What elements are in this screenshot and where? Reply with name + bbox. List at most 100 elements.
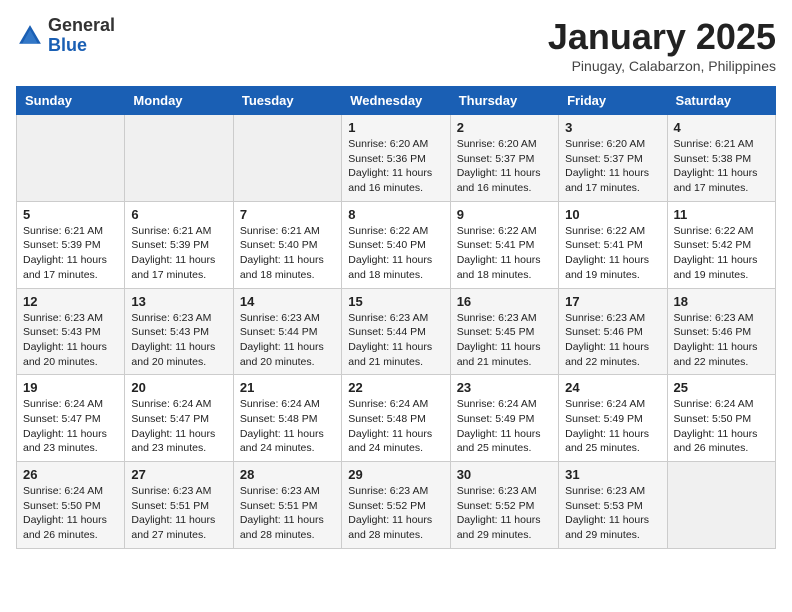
day-number: 5 bbox=[23, 207, 118, 222]
weekday-header-friday: Friday bbox=[559, 87, 667, 115]
page-header: General Blue January 2025 Pinugay, Calab… bbox=[16, 16, 776, 74]
calendar-week-row: 19 Sunrise: 6:24 AM Sunset: 5:47 PM Dayli… bbox=[17, 375, 776, 462]
calendar-cell: 31 Sunrise: 6:23 AM Sunset: 5:53 PM Dayli… bbox=[559, 462, 667, 549]
day-number: 6 bbox=[131, 207, 226, 222]
day-info: Sunrise: 6:23 AM Sunset: 5:51 PM Dayligh… bbox=[240, 484, 335, 543]
day-info: Sunrise: 6:24 AM Sunset: 5:50 PM Dayligh… bbox=[674, 397, 769, 456]
day-number: 30 bbox=[457, 467, 552, 482]
calendar-cell: 2 Sunrise: 6:20 AM Sunset: 5:37 PM Daylig… bbox=[450, 115, 558, 202]
day-info: Sunrise: 6:23 AM Sunset: 5:44 PM Dayligh… bbox=[348, 311, 443, 370]
calendar-cell: 5 Sunrise: 6:21 AM Sunset: 5:39 PM Daylig… bbox=[17, 201, 125, 288]
calendar-cell: 14Sunrise: 6:23 AM Sunset: 5:44 PM Dayli… bbox=[233, 288, 341, 375]
calendar-cell: 4Sunrise: 6:21 AM Sunset: 5:38 PM Daylig… bbox=[667, 115, 775, 202]
calendar-cell: 17 Sunrise: 6:23 AM Sunset: 5:46 PM Dayli… bbox=[559, 288, 667, 375]
day-info: Sunrise: 6:23 AM Sunset: 5:46 PM Dayligh… bbox=[565, 311, 660, 370]
calendar-cell: 28 Sunrise: 6:23 AM Sunset: 5:51 PM Dayli… bbox=[233, 462, 341, 549]
calendar-cell: 26 Sunrise: 6:24 AM Sunset: 5:50 PM Dayli… bbox=[17, 462, 125, 549]
day-number: 19 bbox=[23, 380, 118, 395]
day-info: Sunrise: 6:23 AM Sunset: 5:46 PM Dayligh… bbox=[674, 311, 769, 370]
calendar-cell: 30 Sunrise: 6:23 AM Sunset: 5:52 PM Dayli… bbox=[450, 462, 558, 549]
day-info: Sunrise: 6:22 AM Sunset: 5:42 PM Dayligh… bbox=[674, 224, 769, 283]
day-number: 26 bbox=[23, 467, 118, 482]
logo-blue-text: Blue bbox=[48, 35, 87, 55]
calendar-cell: 19Sunrise: 6:24 AM Sunset: 5:47 PM Dayli… bbox=[17, 375, 125, 462]
day-number: 11 bbox=[674, 207, 769, 222]
weekday-header-row: SundayMondayTuesdayWednesdayThursdayFrid… bbox=[17, 87, 776, 115]
weekday-header-wednesday: Wednesday bbox=[342, 87, 450, 115]
location: Pinugay, Calabarzon, Philippines bbox=[548, 58, 776, 74]
calendar-cell: 16Sunrise: 6:23 AM Sunset: 5:45 PM Dayli… bbox=[450, 288, 558, 375]
calendar-cell: 22Sunrise: 6:24 AM Sunset: 5:48 PM Dayli… bbox=[342, 375, 450, 462]
day-number: 27 bbox=[131, 467, 226, 482]
calendar-table: SundayMondayTuesdayWednesdayThursdayFrid… bbox=[16, 86, 776, 549]
day-info: Sunrise: 6:21 AM Sunset: 5:39 PM Dayligh… bbox=[131, 224, 226, 283]
calendar-week-row: 26 Sunrise: 6:24 AM Sunset: 5:50 PM Dayli… bbox=[17, 462, 776, 549]
calendar-cell: 27 Sunrise: 6:23 AM Sunset: 5:51 PM Dayli… bbox=[125, 462, 233, 549]
day-number: 12 bbox=[23, 294, 118, 309]
day-info: Sunrise: 6:21 AM Sunset: 5:38 PM Dayligh… bbox=[674, 137, 769, 196]
day-number: 10 bbox=[565, 207, 660, 222]
day-number: 9 bbox=[457, 207, 552, 222]
day-number: 17 bbox=[565, 294, 660, 309]
logo-icon bbox=[16, 22, 44, 50]
day-number: 1 bbox=[348, 120, 443, 135]
calendar-cell: 3 Sunrise: 6:20 AM Sunset: 5:37 PM Daylig… bbox=[559, 115, 667, 202]
calendar-cell: 1 Sunrise: 6:20 AM Sunset: 5:36 PM Daylig… bbox=[342, 115, 450, 202]
day-info: Sunrise: 6:24 AM Sunset: 5:49 PM Dayligh… bbox=[565, 397, 660, 456]
day-info: Sunrise: 6:23 AM Sunset: 5:51 PM Dayligh… bbox=[131, 484, 226, 543]
day-number: 28 bbox=[240, 467, 335, 482]
logo: General Blue bbox=[16, 16, 115, 56]
calendar-cell: 23Sunrise: 6:24 AM Sunset: 5:49 PM Dayli… bbox=[450, 375, 558, 462]
calendar-cell: 15 Sunrise: 6:23 AM Sunset: 5:44 PM Dayli… bbox=[342, 288, 450, 375]
weekday-header-tuesday: Tuesday bbox=[233, 87, 341, 115]
logo-general-text: General bbox=[48, 15, 115, 35]
weekday-header-saturday: Saturday bbox=[667, 87, 775, 115]
calendar-cell: 25Sunrise: 6:24 AM Sunset: 5:50 PM Dayli… bbox=[667, 375, 775, 462]
calendar-cell: 13 Sunrise: 6:23 AM Sunset: 5:43 PM Dayli… bbox=[125, 288, 233, 375]
calendar-cell: 20 Sunrise: 6:24 AM Sunset: 5:47 PM Dayli… bbox=[125, 375, 233, 462]
day-info: Sunrise: 6:20 AM Sunset: 5:37 PM Dayligh… bbox=[565, 137, 660, 196]
day-info: Sunrise: 6:24 AM Sunset: 5:48 PM Dayligh… bbox=[348, 397, 443, 456]
day-info: Sunrise: 6:23 AM Sunset: 5:52 PM Dayligh… bbox=[457, 484, 552, 543]
day-number: 2 bbox=[457, 120, 552, 135]
day-info: Sunrise: 6:23 AM Sunset: 5:52 PM Dayligh… bbox=[348, 484, 443, 543]
day-info: Sunrise: 6:24 AM Sunset: 5:50 PM Dayligh… bbox=[23, 484, 118, 543]
day-number: 24 bbox=[565, 380, 660, 395]
day-info: Sunrise: 6:23 AM Sunset: 5:43 PM Dayligh… bbox=[131, 311, 226, 370]
day-info: Sunrise: 6:21 AM Sunset: 5:39 PM Dayligh… bbox=[23, 224, 118, 283]
day-info: Sunrise: 6:24 AM Sunset: 5:48 PM Dayligh… bbox=[240, 397, 335, 456]
calendar-cell: 24 Sunrise: 6:24 AM Sunset: 5:49 PM Dayli… bbox=[559, 375, 667, 462]
calendar-cell bbox=[233, 115, 341, 202]
day-number: 20 bbox=[131, 380, 226, 395]
calendar-cell: 12Sunrise: 6:23 AM Sunset: 5:43 PM Dayli… bbox=[17, 288, 125, 375]
calendar-week-row: 1 Sunrise: 6:20 AM Sunset: 5:36 PM Daylig… bbox=[17, 115, 776, 202]
weekday-header-monday: Monday bbox=[125, 87, 233, 115]
calendar-cell: 21 Sunrise: 6:24 AM Sunset: 5:48 PM Dayli… bbox=[233, 375, 341, 462]
weekday-header-sunday: Sunday bbox=[17, 87, 125, 115]
day-number: 29 bbox=[348, 467, 443, 482]
day-number: 18 bbox=[674, 294, 769, 309]
day-info: Sunrise: 6:20 AM Sunset: 5:36 PM Dayligh… bbox=[348, 137, 443, 196]
calendar-cell bbox=[17, 115, 125, 202]
calendar-cell: 9 Sunrise: 6:22 AM Sunset: 5:41 PM Daylig… bbox=[450, 201, 558, 288]
calendar-cell bbox=[667, 462, 775, 549]
day-info: Sunrise: 6:22 AM Sunset: 5:40 PM Dayligh… bbox=[348, 224, 443, 283]
weekday-header-thursday: Thursday bbox=[450, 87, 558, 115]
day-number: 13 bbox=[131, 294, 226, 309]
calendar-cell: 29 Sunrise: 6:23 AM Sunset: 5:52 PM Dayli… bbox=[342, 462, 450, 549]
day-number: 31 bbox=[565, 467, 660, 482]
calendar-week-row: 5 Sunrise: 6:21 AM Sunset: 5:39 PM Daylig… bbox=[17, 201, 776, 288]
day-number: 15 bbox=[348, 294, 443, 309]
day-number: 21 bbox=[240, 380, 335, 395]
calendar-cell: 11 Sunrise: 6:22 AM Sunset: 5:42 PM Dayli… bbox=[667, 201, 775, 288]
day-info: Sunrise: 6:23 AM Sunset: 5:53 PM Dayligh… bbox=[565, 484, 660, 543]
day-info: Sunrise: 6:24 AM Sunset: 5:47 PM Dayligh… bbox=[131, 397, 226, 456]
day-number: 8 bbox=[348, 207, 443, 222]
day-info: Sunrise: 6:22 AM Sunset: 5:41 PM Dayligh… bbox=[565, 224, 660, 283]
day-info: Sunrise: 6:22 AM Sunset: 5:41 PM Dayligh… bbox=[457, 224, 552, 283]
calendar-cell bbox=[125, 115, 233, 202]
day-info: Sunrise: 6:23 AM Sunset: 5:44 PM Dayligh… bbox=[240, 311, 335, 370]
day-number: 3 bbox=[565, 120, 660, 135]
day-info: Sunrise: 6:20 AM Sunset: 5:37 PM Dayligh… bbox=[457, 137, 552, 196]
title-block: January 2025 Pinugay, Calabarzon, Philip… bbox=[548, 16, 776, 74]
